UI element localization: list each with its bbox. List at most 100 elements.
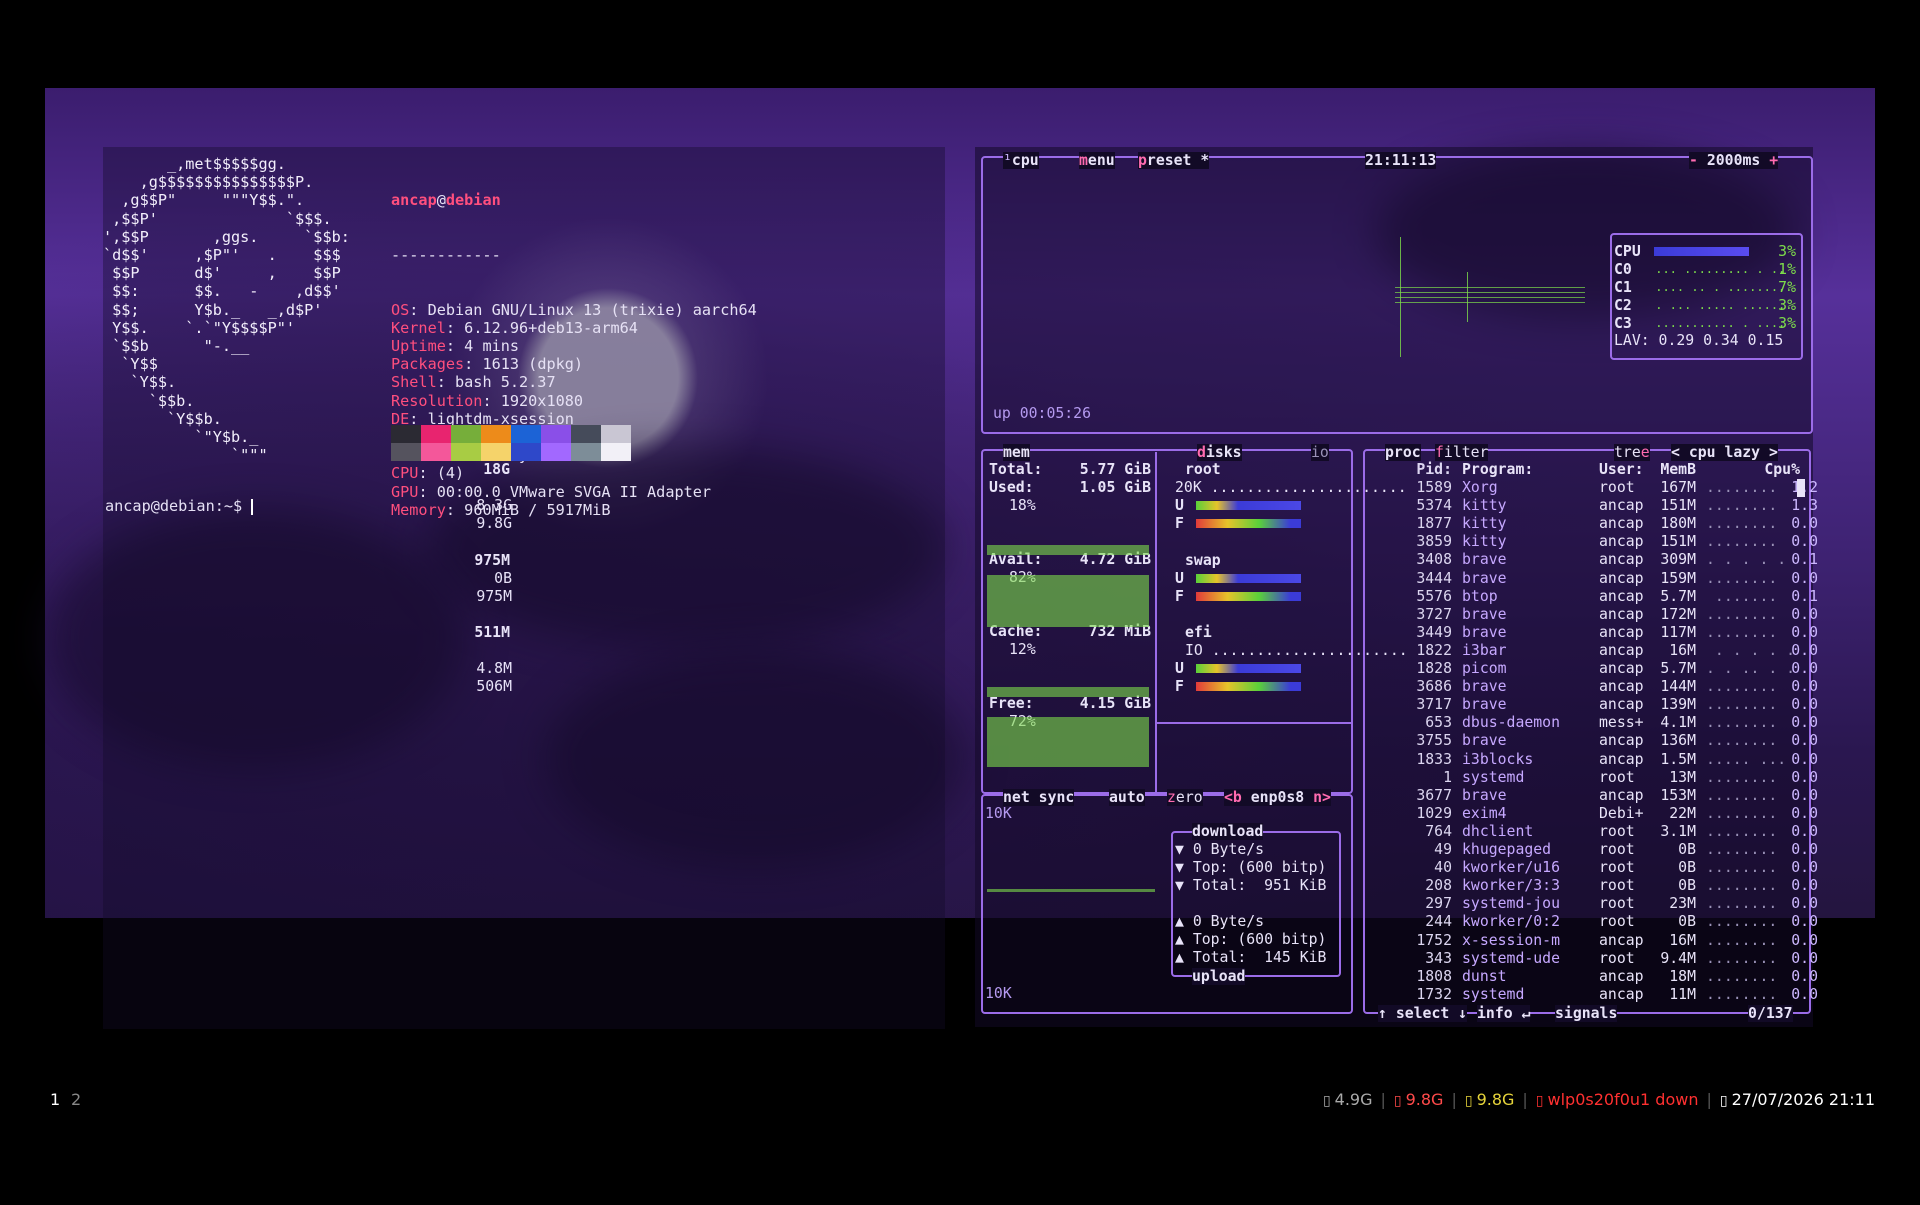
proc-row[interactable]: 5374 kitty ancap 151M........ 1.3 (1372, 497, 1818, 515)
proc-cpu: 0.0 (1791, 750, 1818, 768)
proc-row[interactable]: 653 dbus-daemon mess+ 4.1M........ 0.0 (1372, 714, 1818, 732)
shell-prompt[interactable]: ancap@debian:~$ (105, 497, 254, 515)
debian-ascii-logo: _,met$$$$$gg. ,g$$$$$$$$$$$$$$$P. ,g$$P"… (103, 155, 350, 464)
proc-cpu-graph: ........ (1706, 859, 1778, 877)
interval-decrease[interactable]: - (1689, 152, 1698, 169)
proc-select-hint[interactable]: ↑ select ↓ (1378, 1005, 1468, 1022)
net-interface-selector[interactable]: <b enp0s8 n> (1224, 789, 1331, 806)
workspace-1[interactable]: 1 (50, 1090, 60, 1109)
proc-cpu-graph: ........ (1706, 678, 1778, 696)
proc-row[interactable]: 1808 dunst ancap 18M........ 0.0 (1372, 967, 1818, 986)
update-interval[interactable]: - 2000ms + (1689, 152, 1779, 169)
proc-scrollbar[interactable] (1797, 479, 1805, 497)
disks-io-toggle[interactable]: io (1311, 444, 1329, 461)
proc-row[interactable]: 3755 brave ancap 136M........ 0.0 (1372, 732, 1818, 750)
proc-row[interactable]: 3727 brave ancap 172M........ 0.0 (1372, 606, 1818, 624)
proc-row[interactable]: 1828 picom ancap 5.7M. . .. . . 0.0 (1372, 660, 1818, 678)
proc-row[interactable]: 3859 kitty ancap 151M........ 0.0 (1372, 533, 1818, 551)
preset-button[interactable]: preset * (1138, 152, 1210, 169)
proc-program: picom (1462, 660, 1507, 677)
proc-pid: 1877 (1416, 515, 1452, 533)
proc-cpu: 0.0 (1791, 696, 1818, 714)
proc-row[interactable]: 1752 x-session-m ancap 16M........ 0.0 (1372, 932, 1818, 950)
proc-table-header: Pid: Program: User: MemB Cpu% (1416, 461, 1800, 478)
btop-window[interactable]: ¹cpu menu preset * 21:11:13 - 2000ms + C… (474, 147, 1818, 1027)
proc-cpu: 0.0 (1791, 949, 1818, 967)
proc-mem: 136M (1660, 732, 1696, 750)
proc-row[interactable]: 3408 brave ancap 309M. . . . . 0.1 (1372, 551, 1818, 569)
palette-swatch (541, 443, 571, 461)
proc-row[interactable]: 40 kworker/u16 root 0B........ 0.0 (1372, 859, 1818, 877)
info-line: CPU: (4) (391, 464, 757, 482)
status-block: ▯ wlp0s20f0u1 down (1536, 1090, 1699, 1109)
disk-name: efi (1185, 624, 1212, 641)
disk-used-label: U (1175, 660, 1184, 677)
interval-increase[interactable]: + (1769, 152, 1778, 169)
proc-row[interactable]: 3686 brave ancap 144M........ 0.0 (1372, 678, 1818, 696)
proc-cpu-graph: ........ (1706, 841, 1778, 858)
proc-row[interactable]: 1833 i3blocks ancap 1.5M..... ... 0.0 (1372, 750, 1818, 769)
proc-row[interactable]: 5576 btop ancap 5.7M ....... 0.1 (1372, 588, 1818, 606)
proc-row[interactable]: 297 systemd-jou root 23M........ 0.0 (1372, 895, 1818, 913)
proc-mem: 13M (1669, 768, 1696, 786)
proc-cpu-graph: ........ (1706, 804, 1778, 822)
status-block: ▯ 27/07/2026 21:11 (1720, 1090, 1875, 1109)
proc-mem: 180M (1660, 515, 1696, 533)
wifi-icon: ▯ (1535, 1093, 1544, 1109)
proc-mem: 139M (1660, 696, 1696, 714)
proc-row[interactable]: 3444 brave ancap 159M........ 0.0 (1372, 569, 1818, 588)
disk-free-label: F (1175, 588, 1184, 605)
proc-row[interactable]: 1 systemd root 13M........ 0.0 (1372, 768, 1818, 787)
proc-row[interactable]: 1822 i3bar ancap 16M . . . . . 0.0 (1372, 641, 1818, 660)
proc-signals-button[interactable]: signals (1555, 1005, 1618, 1022)
proc-row[interactable]: 49 khugepaged root 0B........ 0.0 (1372, 841, 1818, 859)
proc-cpu: 0.0 (1791, 985, 1818, 1003)
proc-row[interactable]: 1589 Xorg root 167M........1.2 (1372, 479, 1818, 497)
proc-cpu-graph: ........ (1706, 913, 1778, 931)
proc-row[interactable]: 1029 exim4 Debi+ 22M........ 0.0 (1372, 804, 1818, 823)
terminal-window[interactable]: _,met$$$$$gg. ,g$$$$$$$$$$$$$$$P. ,g$$P"… (103, 147, 945, 1029)
palette-swatch (541, 425, 571, 443)
net-graph (987, 889, 1155, 892)
info-key: Shell (391, 373, 437, 392)
logo-line: `"Y$b._ (103, 428, 259, 447)
proc-pid: 3677 (1416, 786, 1452, 804)
proc-user: root (1599, 822, 1635, 840)
net-auto-toggle[interactable]: auto (1109, 789, 1145, 806)
info-colon: : (436, 373, 456, 392)
proc-mem: 151M (1660, 497, 1696, 515)
menu-button[interactable]: menu (1079, 152, 1115, 169)
workspace-2[interactable]: 2 (71, 1090, 81, 1109)
proc-cpu-graph: ........ (1706, 569, 1778, 587)
proc-row[interactable]: 208 kworker/3:3 root 0B........ 0.0 (1372, 877, 1818, 895)
proc-info-button[interactable]: info ↵ (1477, 1005, 1531, 1022)
cpu-core-label: C0 (1614, 261, 1632, 278)
info-key: OS (391, 300, 410, 319)
info-colon: : (409, 300, 428, 319)
net-zero-toggle[interactable]: zero (1167, 789, 1203, 806)
proc-user: root (1599, 877, 1635, 895)
net-sync-toggle[interactable]: sync (1039, 789, 1075, 806)
proc-tree-toggle[interactable]: tree (1614, 444, 1650, 461)
text-cursor (251, 498, 254, 515)
proc-cpu: 0.0 (1791, 822, 1818, 840)
cpu-core-graph: .... .. . ......... (1648, 280, 1793, 294)
proc-mem: 1.5M (1660, 750, 1696, 768)
proc-pid: 1822 (1416, 641, 1452, 659)
proc-pid: 244 (1425, 913, 1452, 931)
cpu-graph (1395, 237, 1585, 357)
proc-row[interactable]: 244 kworker/0:2 root 0B........ 0.0 (1372, 913, 1818, 931)
proc-row[interactable]: 3449 brave ancap 117M........ 0.0 (1372, 624, 1818, 642)
proc-pid: 1808 (1416, 967, 1452, 985)
proc-sort-selector[interactable]: < cpu lazy > (1671, 444, 1778, 461)
proc-row[interactable]: 1732 systemd ancap 11M........ 0.0 (1372, 986, 1818, 1004)
logo-line: ,g$$P" """Y$$.". (103, 191, 305, 210)
proc-row[interactable]: 3677 brave ancap 153M........ 0.0 (1372, 786, 1818, 805)
proc-row[interactable]: 1877 kitty ancap 180M........ 0.0 (1372, 515, 1818, 533)
proc-row[interactable]: 343 systemd-ude root 9.4M........ 0.0 (1372, 950, 1818, 968)
proc-program: brave (1462, 732, 1507, 750)
proc-row[interactable]: 3717 brave ancap 139M........ 0.0 (1372, 696, 1818, 714)
cpu-core-percent: 7% (1778, 279, 1796, 296)
proc-filter-button[interactable]: filter (1435, 444, 1489, 461)
proc-row[interactable]: 764 dhclient root 3.1M........ 0.0 (1372, 822, 1818, 841)
